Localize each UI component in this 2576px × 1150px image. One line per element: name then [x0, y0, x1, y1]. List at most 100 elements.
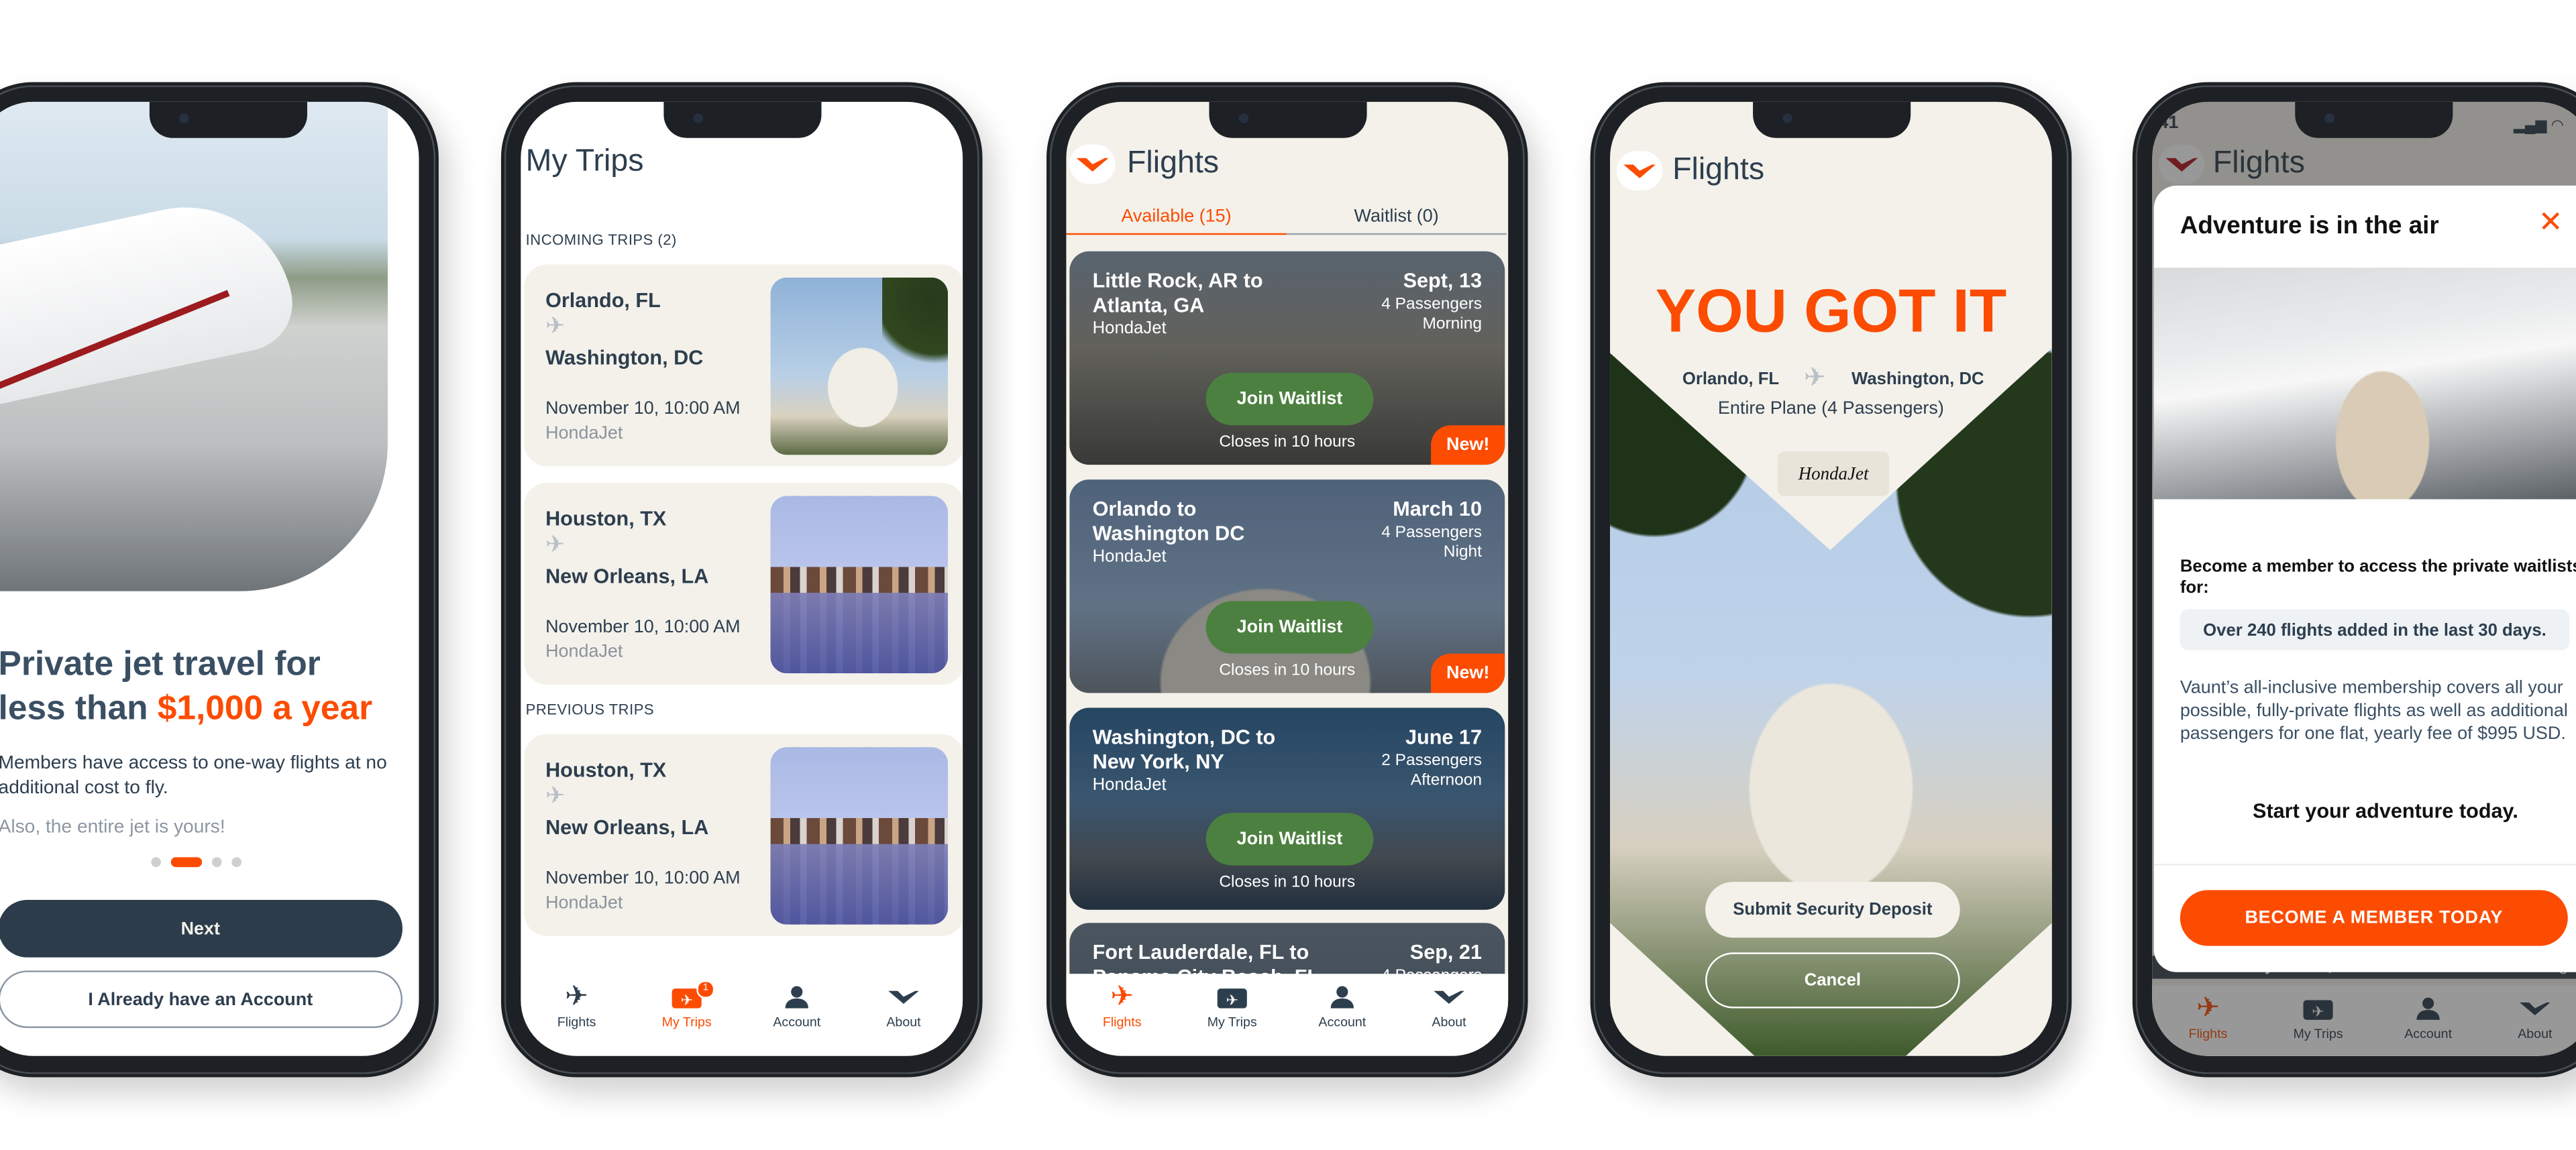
phone-my-trips: My Trips INCOMING TRIPS (2) Orlando, FL … — [500, 82, 983, 1078]
headline-line2: less than $1,000 a year — [0, 687, 419, 731]
tab-account[interactable]: Account — [1293, 980, 1391, 1030]
new-badge: New! — [1431, 653, 1505, 693]
route-line: Atlanta, GA — [1092, 294, 1205, 317]
jet-image — [0, 187, 302, 419]
flight-card[interactable]: Orlando to Washington DC HondaJet March 1… — [1069, 479, 1505, 693]
headline: Private jet travel for less than $1,000 … — [0, 642, 419, 731]
tab-label: My Trips — [1207, 1015, 1257, 1030]
tab-label: Flights — [1102, 1015, 1142, 1030]
modal-body: Vaunt’s all-inclusive membership covers … — [2180, 678, 2568, 744]
trip-card[interactable]: Houston, TX ✈ New Orleans, LA November 1… — [524, 483, 963, 685]
skyline-photo — [770, 496, 949, 674]
vaunt-logo-icon — [1623, 164, 1656, 178]
route-line: Little Rock, AR to — [1092, 269, 1263, 292]
flights-screen: Flights Available (15) Waitlist (0) Litt… — [1066, 101, 1509, 1056]
trip-destination: New Orleans, LA — [545, 565, 709, 588]
hondajet-logo: HondaJet — [1777, 451, 1890, 496]
previous-trips-heading: PREVIOUS TRIPS — [525, 701, 655, 718]
notch — [663, 101, 821, 138]
flight-time: Afternoon — [1410, 772, 1482, 790]
flight-date: June 17 — [1405, 726, 1482, 749]
person-icon — [1293, 980, 1391, 1013]
vaunt-logo[interactable] — [1616, 151, 1663, 191]
headline-text: less than — [0, 689, 158, 728]
my-trips-screen: My Trips INCOMING TRIPS (2) Orlando, FL … — [521, 101, 963, 1056]
tab-my-trips[interactable]: ✈ My Trips — [1183, 980, 1281, 1030]
flight-route: Little Rock, AR to Atlanta, GA — [1093, 270, 1263, 319]
flight-passengers: 4 Passengers — [1381, 295, 1482, 314]
trip-datetime: November 10, 10:00 AM — [545, 868, 741, 888]
destination: Washington, DC — [1851, 369, 1984, 390]
tab-about[interactable]: About — [854, 980, 953, 1030]
vaunt-logo-icon — [1400, 980, 1499, 1013]
tab-flights[interactable]: ✈ Flights — [1073, 980, 1171, 1029]
pagination-dot-active[interactable] — [170, 857, 203, 868]
airplane-icon: ✈ — [1804, 364, 1826, 393]
active-tab-underline — [1066, 233, 1287, 235]
pagination-dot[interactable] — [151, 857, 162, 868]
vaunt-logo[interactable] — [1069, 144, 1116, 184]
flight-card[interactable]: Washington, DC to New York, NY HondaJet J… — [1069, 707, 1505, 910]
trip-destination: New Orleans, LA — [545, 816, 709, 840]
existing-account-button[interactable]: I Already have an Account — [0, 970, 403, 1029]
close-icon[interactable]: ✕ — [2538, 205, 2563, 239]
submit-deposit-button[interactable]: Submit Security Deposit — [1705, 882, 1960, 938]
tab-label: My Trips — [661, 1015, 712, 1030]
phone-membership: 9:41 ▂▄▆ ◠ Flights Panama City Beach, FL… — [2132, 82, 2576, 1078]
flights-stat-highlight: Over 240 flights added in the last 30 da… — [2180, 609, 2570, 650]
join-waitlist-button[interactable]: Join Waitlist — [1205, 601, 1374, 654]
flight-date: Sep, 21 — [1409, 941, 1482, 964]
vaunt-logo-icon — [1076, 158, 1109, 172]
flight-passengers: 2 Passengers — [1381, 752, 1482, 770]
notch — [1208, 101, 1366, 138]
tab-available[interactable]: Available (15) — [1066, 207, 1286, 227]
trip-destination: Washington, DC — [545, 346, 704, 370]
tab-bar: ✈ Flights ✈ 1 My Trips Account About — [521, 974, 963, 1056]
person-icon — [747, 980, 846, 1013]
pagination-dot[interactable] — [231, 857, 242, 868]
cancel-button[interactable]: Cancel — [1705, 952, 1960, 1009]
flight-aircraft: HondaJet — [1092, 774, 1167, 795]
vaunt-logo-icon — [854, 980, 953, 1013]
route-line: New York, NY — [1092, 750, 1224, 774]
notch — [148, 101, 307, 138]
modal-lead: Become a member to access the private wa… — [2180, 557, 2576, 598]
tab-account[interactable]: Account — [747, 980, 846, 1030]
flight-date: Sept, 13 — [1403, 269, 1482, 292]
flight-card[interactable]: Little Rock, AR to Atlanta, GA HondaJet S… — [1069, 251, 1505, 465]
airplane-icon: ✈ — [1110, 980, 1134, 1012]
onboarding-body: Members have access to one-way flights a… — [0, 754, 387, 799]
hero-jet-photo — [0, 101, 388, 591]
tab-label: Flights — [557, 1015, 596, 1030]
trip-origin: Houston, TX — [545, 507, 667, 531]
route-line: Fort Lauderdale, FL to — [1092, 941, 1309, 964]
tab-my-trips[interactable]: ✈ 1 My Trips — [637, 980, 736, 1030]
flight-route: Orlando to Washington DC — [1093, 498, 1245, 547]
onboarding-note: Also, the entire jet is yours! — [0, 817, 225, 838]
confirmation-screen: Flights YOU GOT IT Orlando, FL ✈ Washing… — [1610, 101, 2052, 1056]
success-headline: YOU GOT IT — [1655, 277, 2007, 345]
join-waitlist-button[interactable]: Join Waitlist — [1205, 372, 1374, 426]
tab-flights[interactable]: ✈ Flights — [527, 980, 626, 1029]
tab-about[interactable]: About — [1400, 980, 1499, 1030]
booking-detail: Entire Plane (4 Passengers) — [1717, 399, 1944, 419]
capitol-photo — [770, 277, 949, 455]
phone-flights: Flights Available (15) Waitlist (0) Litt… — [1046, 82, 1528, 1078]
flight-details: 4 Passengers Night — [1381, 524, 1482, 563]
trip-aircraft: HondaJet — [545, 893, 623, 913]
tab-waitlist[interactable]: Waitlist (0) — [1287, 207, 1507, 227]
pagination-dot[interactable] — [211, 857, 222, 868]
trip-card[interactable]: Orlando, FL ✈ Washington, DC November 10… — [524, 264, 963, 467]
become-member-button[interactable]: BECOME A MEMBER TODAY — [2180, 890, 2568, 946]
next-button[interactable]: Next — [0, 900, 403, 958]
onboarding-screen: Private jet travel for less than $1,000 … — [0, 101, 419, 1056]
page-title: Flights — [1127, 146, 1220, 181]
flight-route: Washington, DC to New York, NY — [1093, 726, 1276, 774]
trip-datetime: November 10, 10:00 AM — [545, 399, 741, 419]
ticket-icon: ✈ — [1183, 980, 1281, 1013]
trip-card[interactable]: Houston, TX ✈ New Orleans, LA November 1… — [524, 734, 963, 936]
join-waitlist-button[interactable]: Join Waitlist — [1205, 813, 1374, 866]
ticket-icon: ✈ — [637, 980, 736, 1013]
new-badge: New! — [1431, 425, 1505, 465]
tab-divider — [1286, 233, 1507, 235]
